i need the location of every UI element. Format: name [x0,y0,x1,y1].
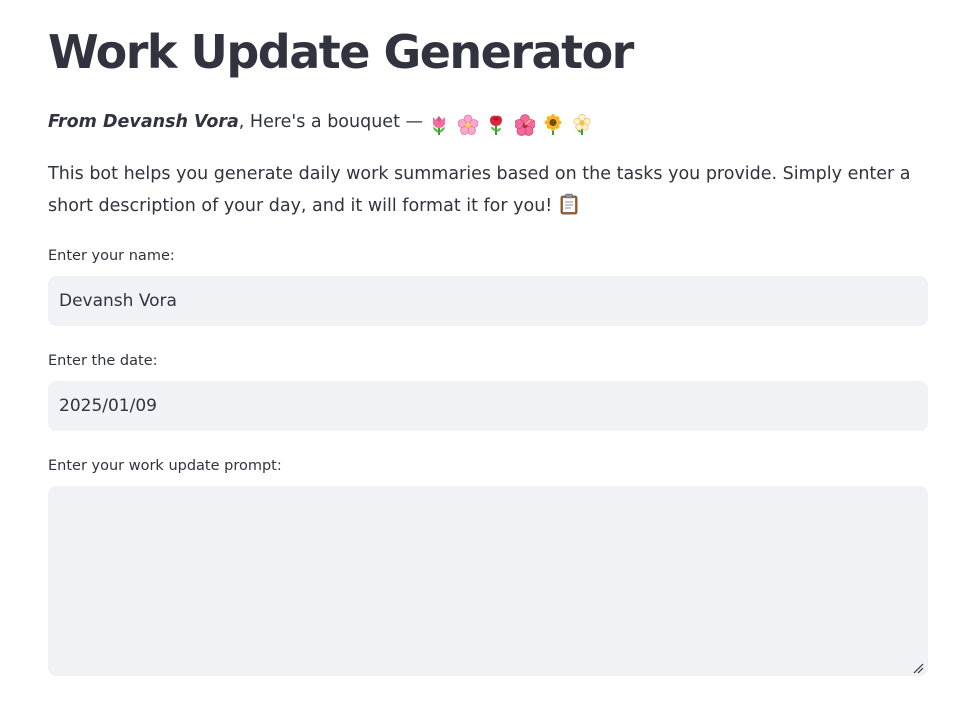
clipboard-icon [560,193,578,215]
sunflower-icon [544,114,562,135]
prompt-textarea[interactable] [48,486,928,676]
description-text: This bot helps you generate daily work s… [48,164,911,216]
page-title: Work Update Generator [48,25,634,79]
name-label: Enter your name: [48,248,175,264]
name-input[interactable] [48,276,928,326]
hibiscus-icon [514,114,535,136]
flower-bouquet [429,111,595,139]
rose-icon [490,115,503,135]
date-label: Enter the date: [48,353,158,369]
bouquet-text: , Here's a bouquet — [238,112,423,132]
from-author: From Devansh Vora [48,112,239,132]
date-input[interactable] [48,381,928,431]
main-container: Work Update Generator From Devansh Vora,… [0,0,975,714]
bouquet-line: From Devansh Vora, Here's a bouquet — [48,108,595,139]
description: This bot helps you generate daily work s… [48,158,928,222]
cherry-blossom-icon [457,114,478,135]
resize-handle-icon[interactable] [912,662,924,674]
tulip-icon [433,116,445,135]
prompt-label: Enter your work update prompt: [48,458,282,474]
blossom-icon [573,114,591,135]
